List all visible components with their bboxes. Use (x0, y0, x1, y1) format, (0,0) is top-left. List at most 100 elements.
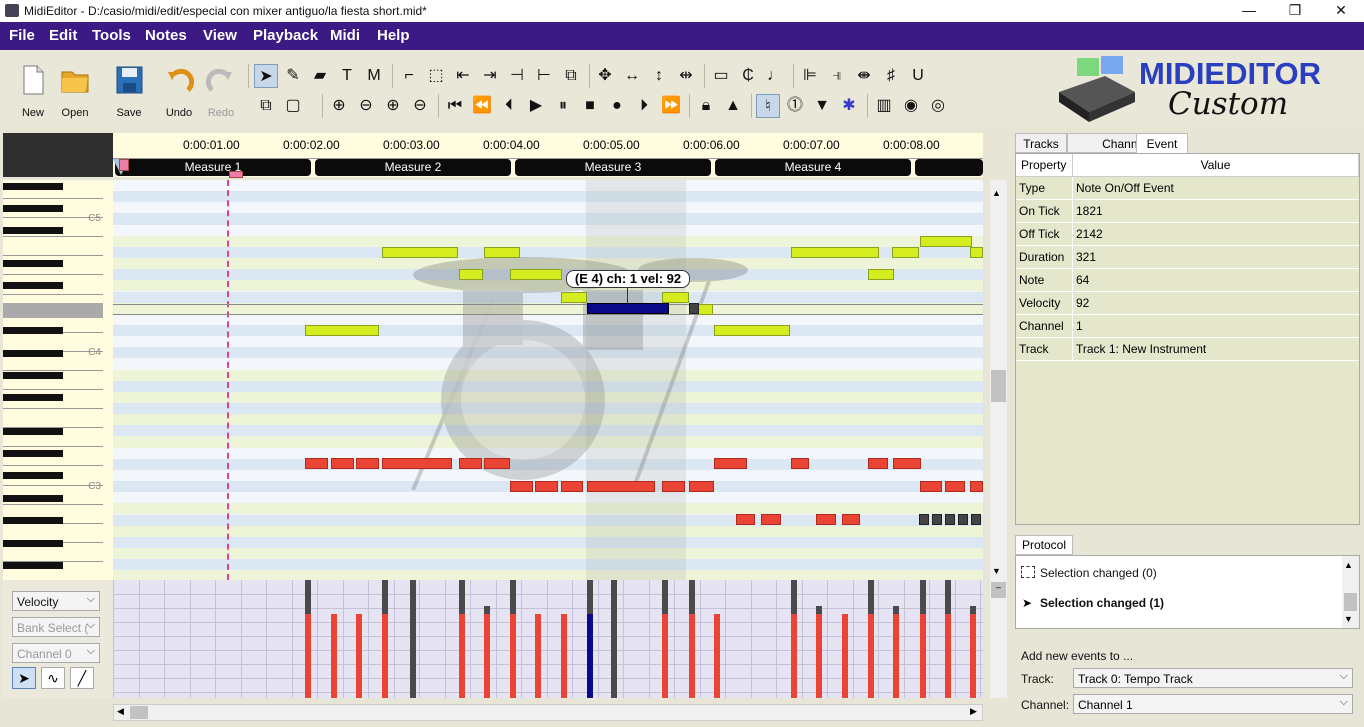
move-horizontal-button[interactable]: ↔ (620, 64, 644, 88)
control-select[interactable]: Bank Select (⌵ (12, 617, 100, 637)
piano-roll[interactable] (113, 180, 983, 580)
velocity-scrollbar[interactable]: – (990, 580, 1007, 698)
event-row[interactable]: Track Track 1: New Instrument (1016, 338, 1359, 361)
split-button[interactable]: ⧉ (559, 64, 583, 88)
midi-note[interactable] (958, 514, 968, 525)
protocol-scrollbar[interactable]: ▲ ▼ (1342, 556, 1359, 628)
velocity-bar-unselected[interactable] (611, 580, 617, 698)
misc-mode-select[interactable]: Velocity ⌵ (12, 591, 100, 611)
midi-note[interactable] (535, 481, 558, 492)
redo-button[interactable]: Redo (199, 64, 243, 119)
select-box-button[interactable]: ⬚ (424, 64, 448, 88)
select-tool-button[interactable]: ➤ (254, 64, 278, 88)
loop-marker[interactable] (119, 159, 129, 171)
menu-file[interactable]: File (9, 22, 35, 50)
midi-note[interactable] (561, 292, 587, 303)
scroll-thumb[interactable]: – (991, 582, 1006, 598)
size-change-button[interactable]: ▭ (709, 64, 733, 88)
midi-note[interactable] (970, 247, 983, 258)
midi-note[interactable] (356, 458, 379, 469)
midi-note[interactable] (662, 292, 689, 303)
transpose-button[interactable]: ♯ (879, 64, 903, 88)
close-button[interactable]: ✕ (1318, 0, 1364, 22)
black-key[interactable] (3, 540, 63, 547)
select-single-button[interactable]: ⌐ (397, 64, 421, 88)
menu-help[interactable]: Help (377, 22, 410, 50)
selected-note[interactable] (587, 303, 669, 314)
midi-note[interactable] (459, 269, 483, 280)
scroll-right-icon[interactable]: ▶ (970, 706, 977, 717)
midi-note[interactable] (920, 236, 972, 247)
black-key[interactable] (3, 562, 63, 569)
back-button[interactable]: ⏴ (497, 94, 521, 118)
black-key[interactable] (3, 260, 63, 267)
black-key[interactable] (3, 394, 63, 401)
tab-tracks[interactable]: Tracks (1015, 133, 1067, 153)
time-ruler[interactable]: 0:00:01.00 0:00:02.00 0:00:03.00 0:00:04… (113, 133, 983, 159)
pause-button[interactable]: ⏸ (551, 94, 575, 118)
midi-note[interactable] (689, 481, 714, 492)
black-key[interactable] (3, 495, 63, 502)
metronome-button[interactable]: ▲ (721, 94, 745, 118)
midi-note[interactable] (714, 325, 790, 336)
record-button[interactable]: ● (605, 94, 629, 118)
thru-button[interactable]: ♮ (756, 94, 780, 118)
event-row[interactable]: Velocity 92 (1016, 292, 1359, 315)
white-key[interactable] (3, 237, 103, 257)
pencil-tool-button[interactable]: ✎ (281, 64, 305, 88)
white-key[interactable] (3, 409, 103, 429)
event-value[interactable]: Note On/Off Event (1076, 177, 1174, 199)
midi-note[interactable] (791, 458, 809, 469)
event-value[interactable]: 321 (1076, 246, 1096, 268)
drum-button[interactable]: ◉ (899, 94, 923, 118)
quantize-button[interactable]: ♩ (763, 64, 787, 88)
velocity-editor[interactable] (113, 580, 983, 698)
misc-freehand-tool[interactable]: ∿ (41, 667, 65, 689)
undo-button[interactable]: Undo (157, 64, 201, 119)
piano-button[interactable]: ▥ (872, 94, 896, 118)
midi-note[interactable] (714, 458, 747, 469)
midi-note[interactable] (736, 514, 755, 525)
menu-playback[interactable]: Playback (253, 22, 318, 50)
tempo-button[interactable]: ₵ (736, 64, 760, 88)
midi-note[interactable] (868, 458, 888, 469)
midi-note[interactable] (662, 481, 685, 492)
settings-button[interactable]: ✱ (837, 94, 861, 118)
select-right-button[interactable]: ⇥ (478, 64, 502, 88)
velocity-bar[interactable] (868, 614, 874, 698)
event-row[interactable]: Off Tick 2142 (1016, 223, 1359, 246)
midi-in-button[interactable]: ▼ (810, 94, 834, 118)
midi-note[interactable] (510, 269, 562, 280)
protocol-item-current[interactable]: Selection changed (1) (1040, 596, 1164, 610)
forward-marker-button[interactable]: ⏩ (659, 94, 683, 118)
misc-line-tool[interactable]: ╱ (70, 667, 94, 689)
midi-note[interactable] (868, 269, 894, 280)
menu-tools[interactable]: Tools (92, 22, 131, 50)
velocity-bar[interactable] (535, 614, 541, 698)
midi-note[interactable] (459, 458, 482, 469)
tab-event[interactable]: Event (1136, 133, 1188, 153)
eraser-tool-button[interactable]: ▰ (308, 64, 332, 88)
glue-tool-button[interactable]: T (335, 64, 359, 88)
measure-4[interactable]: Measure 4 (715, 159, 911, 176)
velocity-bar[interactable] (662, 614, 668, 698)
event-value[interactable]: 92 (1076, 292, 1089, 314)
align-right-button[interactable]: ⫣ (825, 64, 849, 88)
save-button[interactable]: Save (107, 64, 151, 119)
midi-note[interactable] (842, 514, 860, 525)
velocity-bar[interactable] (689, 614, 695, 698)
scroll-up-icon[interactable]: ▲ (1344, 560, 1353, 570)
velocity-bar[interactable] (331, 614, 337, 698)
measure-bar[interactable]: Measure 1 Measure 2 Measure 3 Measure 4 (113, 159, 983, 178)
black-key[interactable] (3, 428, 63, 435)
tab-protocol[interactable]: Protocol (1015, 535, 1073, 555)
protocol-item[interactable]: Selection changed (0) (1040, 566, 1157, 580)
track-select[interactable]: Track 0: Tempo Track ⌵ (1073, 668, 1353, 688)
midi-note[interactable] (971, 514, 981, 525)
velocity-bar[interactable] (970, 614, 976, 698)
event-value[interactable]: 1 (1076, 315, 1083, 337)
measure-3[interactable]: Measure 3 (515, 159, 711, 176)
midi-note[interactable] (689, 303, 699, 314)
midi-note[interactable] (932, 514, 942, 525)
scroll-thumb[interactable] (130, 706, 148, 719)
